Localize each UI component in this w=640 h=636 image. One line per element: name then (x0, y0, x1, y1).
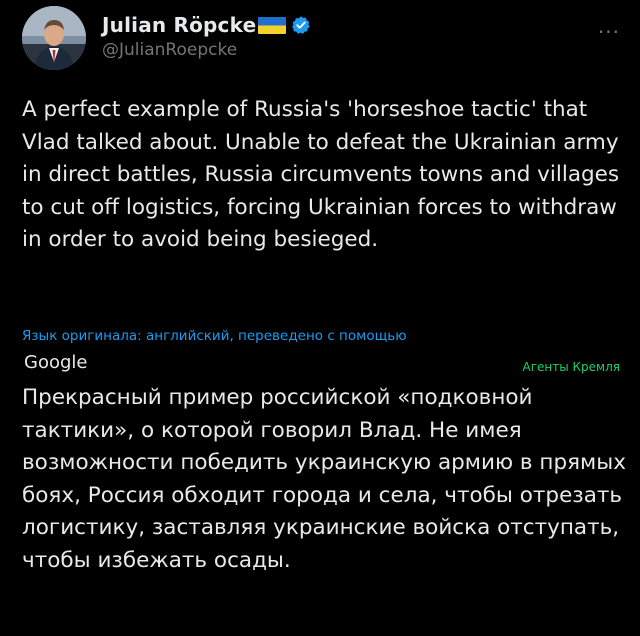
more-options-icon[interactable]: ··· (598, 20, 620, 44)
avatar-image (22, 6, 86, 70)
ukraine-flag-icon (258, 16, 287, 34)
overlay-watermark-label: Агенты Кремля (522, 360, 620, 374)
author-handle[interactable]: @JulianRoepcke (102, 40, 237, 60)
translated-text: Прекрасный пример российской «подковной … (22, 385, 626, 573)
author-name-row: Julian Röpcke (102, 11, 311, 39)
translation-note[interactable]: Язык оригинала: английский, переведено с… (22, 328, 622, 344)
translation-provider-row: Google Агенты Кремля (22, 352, 620, 376)
avatar[interactable] (22, 6, 86, 70)
tweet-text: A perfect example of Russia's 'horseshoe… (22, 97, 620, 252)
google-logo: Google (24, 352, 88, 373)
tweet-header: Julian Röpcke @JulianRoepcke ··· (22, 6, 622, 70)
author-name[interactable]: Julian Röpcke (102, 13, 256, 37)
verified-badge-icon (292, 16, 311, 34)
